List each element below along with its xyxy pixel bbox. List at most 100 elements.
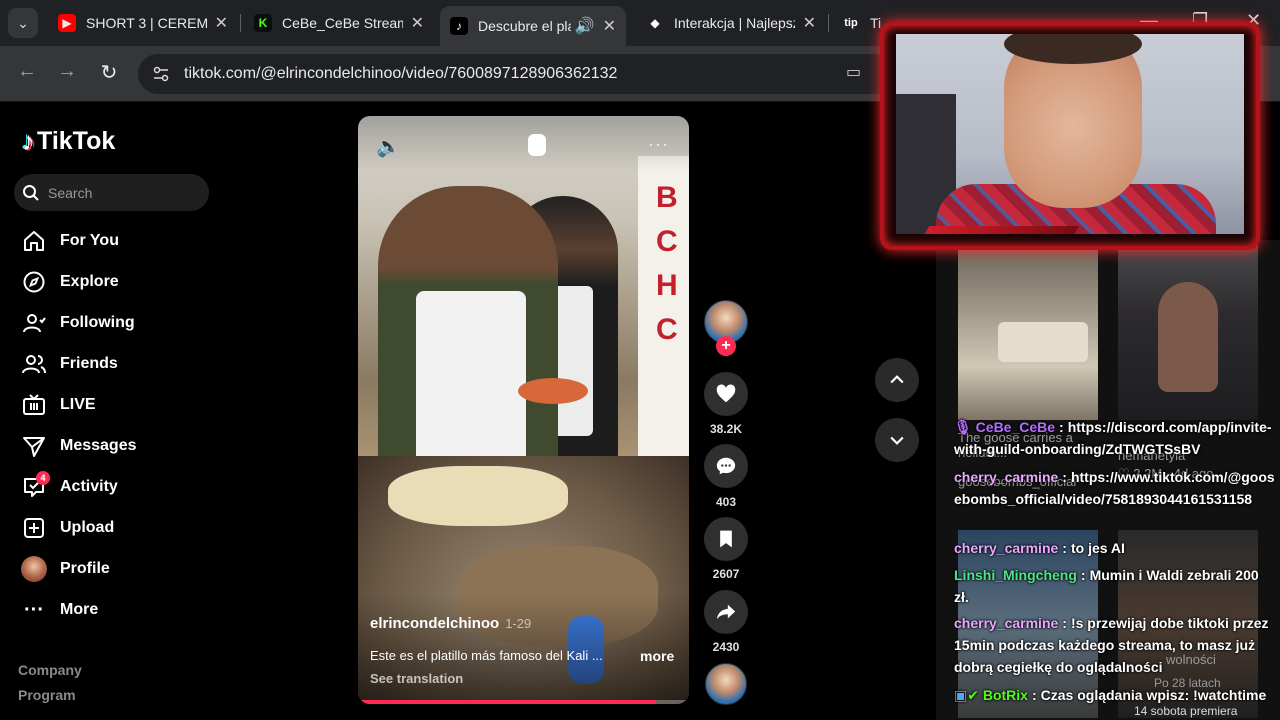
comment-icon — [716, 457, 736, 475]
sidebar-item-label: Messages — [60, 437, 137, 454]
share-icon — [716, 604, 736, 620]
tab-interakcja[interactable]: ◆ Interakcja | Najlepsz ✕ — [636, 6, 826, 40]
search-box[interactable] — [14, 174, 209, 211]
tiktok-sidebar: ♪ TikTok For You Explore Following Frien… — [0, 102, 240, 720]
sidebar-item-label: Upload — [60, 519, 115, 536]
comment-count: 403 — [715, 495, 737, 509]
volume-icon[interactable]: 🔈 — [376, 134, 401, 159]
thumb-scene-person — [1158, 282, 1218, 392]
youtube-icon: ▶ — [58, 14, 76, 32]
video-player[interactable]: BCHC 🔈 ··· elrincondelchinoo 1-29 Este es… — [358, 116, 689, 704]
heart-icon — [716, 384, 736, 403]
url-bar[interactable]: tiktok.com/@elrincondelchinoo/video/7600… — [138, 54, 898, 94]
volume-slider-handle[interactable] — [528, 134, 546, 156]
profile-avatar — [20, 555, 48, 583]
sidebar-item-following[interactable]: Following — [20, 306, 220, 340]
save-count: 2607 — [712, 567, 740, 581]
sidebar-item-profile[interactable]: Profile — [20, 552, 220, 586]
sidebar-item-for-you[interactable]: For You — [20, 224, 220, 258]
compass-icon — [20, 268, 48, 296]
sound-avatar[interactable] — [705, 663, 747, 705]
video-scene-tortillas — [388, 466, 568, 526]
footer-link-company[interactable]: Company — [18, 662, 82, 678]
footer-link-program[interactable]: Program — [18, 687, 76, 703]
more-options-icon[interactable]: ··· — [648, 134, 669, 155]
description-more-button[interactable]: more — [640, 648, 674, 664]
more-icon: ··· — [24, 598, 44, 621]
comment-button[interactable] — [704, 444, 748, 488]
related-video-thumbnail[interactable] — [958, 242, 1098, 420]
bot-badge-icon: ▣ — [954, 687, 968, 703]
tab-divider — [240, 14, 241, 32]
next-video-button[interactable] — [875, 418, 919, 462]
tiktok-note-icon: ♪ — [22, 126, 35, 156]
activity-badge: 4 — [36, 471, 50, 485]
close-icon[interactable]: ✕ — [603, 16, 616, 36]
like-count: 38.2K — [709, 422, 743, 436]
home-icon — [20, 227, 48, 255]
sidebar-item-label: More — [60, 601, 99, 618]
author-name: elrincondelchinoo — [370, 615, 500, 632]
sidebar-item-label: Profile — [60, 560, 110, 577]
related-video-thumbnail[interactable] — [1118, 242, 1258, 420]
close-icon[interactable]: ✕ — [411, 13, 424, 33]
tiktok-icon: ♪ — [450, 17, 468, 35]
video-description: Este es el platillo más famoso del Kali … — [370, 648, 603, 663]
following-icon — [20, 309, 48, 337]
webcam-overlay — [880, 22, 1260, 250]
sidebar-item-label: For You — [60, 232, 119, 249]
speaker-icon[interactable]: 🔊 — [575, 16, 595, 36]
video-progress-fill — [358, 700, 656, 704]
sidebar-item-friends[interactable]: Friends — [20, 347, 220, 381]
back-icon[interactable]: ← — [14, 60, 40, 83]
close-icon[interactable]: ✕ — [803, 13, 816, 33]
messages-icon — [20, 432, 48, 460]
chat-username: Linshi_Mingcheng — [954, 567, 1077, 583]
chat-message: 🎙 CeBe_CeBe: https://discord.com/app/invi… — [954, 419, 1272, 457]
sidebar-item-label: Activity — [60, 478, 118, 495]
post-date: 1-29 — [505, 616, 532, 631]
video-progress-bar[interactable] — [358, 700, 689, 704]
sidebar-item-activity[interactable]: 4 Activity — [20, 470, 220, 504]
tab-divider — [828, 14, 829, 32]
share-button[interactable] — [704, 590, 748, 634]
chat-username: cherry_carmine — [954, 615, 1059, 631]
chat-username: CeBe_CeBe — [975, 419, 1056, 435]
sidebar-item-explore[interactable]: Explore — [20, 265, 220, 299]
chevron-down-icon — [890, 436, 904, 445]
see-translation-link[interactable]: See translation — [370, 671, 463, 686]
sidebar-item-more[interactable]: ··· More — [20, 593, 220, 627]
sidebar-item-live[interactable]: LIVE — [20, 388, 220, 422]
follow-button[interactable]: + — [716, 336, 736, 356]
sidebar-item-label: Explore — [60, 273, 119, 290]
search-input[interactable] — [48, 184, 208, 201]
chat-message: cherry_carmine: to jes AI — [954, 540, 1125, 556]
video-top-shade — [358, 116, 689, 172]
like-button[interactable] — [704, 372, 748, 416]
close-icon[interactable]: ✕ — [215, 13, 228, 33]
chevron-up-icon — [890, 375, 904, 384]
chat-message: cherry_carmine: https://www.tiktok.com/@g… — [954, 469, 1275, 507]
verified-icon: ✔ — [967, 687, 979, 703]
reload-icon[interactable]: ↻ — [96, 60, 122, 85]
forward-icon[interactable]: → — [54, 60, 80, 83]
chat-username: cherry_carmine — [954, 469, 1059, 485]
save-button[interactable] — [704, 517, 748, 561]
tab-youtube[interactable]: ▶ SHORT 3 | CEREMO ✕ — [48, 6, 238, 40]
previous-video-button[interactable] — [875, 358, 919, 402]
thumb-caption: 14 sobota premiera — [1134, 704, 1238, 718]
install-app-icon[interactable]: ▭ — [846, 62, 861, 82]
tab-label: SHORT 3 | CEREMO — [86, 15, 207, 31]
tab-kick[interactable]: K CeBe_CeBe Stream ✕ — [244, 6, 434, 40]
sidebar-item-label: Friends — [60, 355, 118, 372]
tab-search-button[interactable]: ⌄ — [8, 8, 38, 38]
tab-tiktok[interactable]: ♪ Descubre el plat 🔊 ✕ — [440, 6, 626, 46]
sidebar-item-upload[interactable]: Upload — [20, 511, 220, 545]
sidebar-item-messages[interactable]: Messages — [20, 429, 220, 463]
logo-text: TikTok — [37, 127, 116, 155]
tiktok-logo[interactable]: ♪ TikTok — [22, 126, 115, 157]
site-settings-icon[interactable] — [150, 63, 172, 85]
webcam-accent-bar — [918, 226, 1080, 234]
video-author[interactable]: elrincondelchinoo 1-29 — [370, 615, 531, 632]
chat-text: Czas oglądania wpisz: !watchtime — [1040, 687, 1267, 703]
